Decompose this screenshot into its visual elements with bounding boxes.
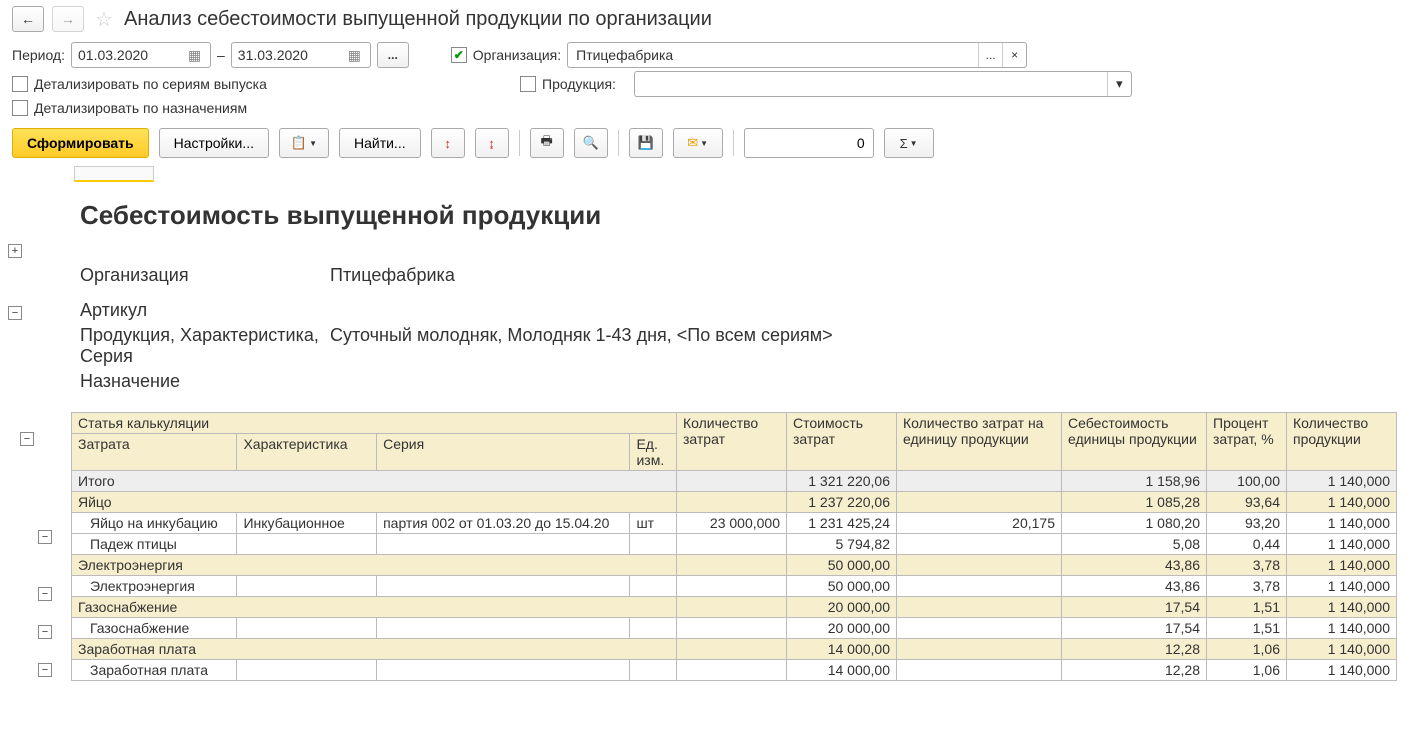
period-label: Период: (12, 47, 65, 63)
product-checkbox[interactable] (520, 76, 536, 92)
organization-input[interactable]: Птицефабрика ... × (567, 42, 1027, 68)
nav-back-button[interactable]: ← (12, 6, 44, 32)
page-title: Анализ себестоимости выпущенной продукци… (124, 8, 712, 31)
product-input[interactable]: ▾ (634, 71, 1132, 97)
report-article-label: Артикул (80, 300, 330, 321)
tree-collapse-button[interactable]: − (8, 306, 22, 320)
col-characteristic: Характеристика (237, 434, 377, 471)
generate-button[interactable]: Сформировать (12, 128, 149, 158)
tree-collapse-button[interactable]: − (38, 587, 52, 601)
table-row[interactable]: Газоснабжение20 000,0017,541,511 140,000 (72, 597, 1397, 618)
calendar-icon[interactable]: ▦ (348, 47, 364, 64)
tree-collapse-button[interactable]: − (38, 530, 52, 544)
table-row[interactable]: Яйцо на инкубациюИнкубационноепартия 002… (72, 513, 1397, 534)
number-input[interactable] (744, 128, 874, 158)
tree-collapse-button[interactable]: − (38, 663, 52, 677)
col-cost-item: Затрата (72, 434, 237, 471)
table-row[interactable]: Итого1 321 220,061 158,96100,001 140,000 (72, 471, 1397, 492)
product-dropdown-button[interactable]: ▾ (1107, 72, 1131, 96)
col-unit-cost: Себестоимость единицы продукции (1062, 413, 1207, 471)
report-table: Статья калькуляции Количество затрат Сто… (71, 412, 1397, 681)
table-row[interactable]: Электроэнергия50 000,0043,863,781 140,00… (72, 576, 1397, 597)
save-button[interactable]: 💾 (629, 128, 663, 158)
date-separator: – (217, 47, 225, 63)
organization-checkbox[interactable] (451, 47, 467, 63)
col-qty-per-unit: Количество затрат на единицу продукции (897, 413, 1062, 471)
calendar-icon[interactable]: ▦ (188, 47, 204, 64)
table-row[interactable]: Заработная плата14 000,0012,281,061 140,… (72, 639, 1397, 660)
expand-all-button[interactable]: ↕ (431, 128, 465, 158)
date-from-input[interactable]: 01.03.2020 ▦ (71, 42, 211, 68)
tree-collapse-button[interactable]: − (20, 432, 34, 446)
period-picker-button[interactable]: ... (377, 42, 409, 68)
report-purpose-label: Назначение (80, 371, 330, 392)
print-button[interactable]: 🖶 (530, 128, 564, 158)
table-row[interactable]: Падеж птицы5 794,825,080,441 140,000 (72, 534, 1397, 555)
date-to-value: 31.03.2020 (238, 47, 308, 63)
report-title: Себестоимость выпущенной продукции (70, 194, 1427, 237)
sigma-dropdown-button[interactable]: Σ▼ (884, 128, 934, 158)
detail-purpose-label: Детализировать по назначениям (34, 100, 247, 116)
email-dropdown-button[interactable]: ✉▼ (673, 128, 723, 158)
detail-series-checkbox[interactable] (12, 76, 28, 92)
col-pct: Процент затрат, % (1207, 413, 1287, 471)
col-unit: Ед. изм. (630, 434, 677, 471)
col-calc-article: Статья калькуляции (72, 413, 677, 434)
report-org-value: Птицефабрика (330, 265, 455, 286)
report-product-label: Продукция, Характеристика, Серия (80, 325, 330, 367)
report-product-value: Суточный молодняк, Молодняк 1-43 дня, <П… (330, 325, 833, 367)
date-from-value: 01.03.2020 (78, 47, 148, 63)
find-button[interactable]: Найти... (339, 128, 421, 158)
col-qty-cost: Количество затрат (677, 413, 787, 471)
collapse-all-button[interactable]: ↨ (475, 128, 509, 158)
paste-dropdown-button[interactable]: 📋▼ (279, 128, 329, 158)
report-org-label: Организация (80, 265, 330, 286)
report-tab[interactable] (74, 166, 154, 182)
preview-button[interactable]: 🔍 (574, 128, 608, 158)
date-to-input[interactable]: 31.03.2020 ▦ (231, 42, 371, 68)
organization-label: Организация: (473, 47, 561, 63)
organization-picker-button[interactable]: ... (978, 43, 1002, 67)
tree-collapse-button[interactable]: − (38, 625, 52, 639)
col-cost-value: Стоимость затрат (787, 413, 897, 471)
detail-purpose-checkbox[interactable] (12, 100, 28, 116)
nav-forward-button[interactable]: → (52, 6, 84, 32)
tree-expand-button[interactable]: + (8, 244, 22, 258)
table-row[interactable]: Газоснабжение20 000,0017,541,511 140,000 (72, 618, 1397, 639)
organization-clear-button[interactable]: × (1002, 43, 1026, 67)
detail-series-label: Детализировать по сериям выпуска (34, 76, 267, 92)
table-row[interactable]: Яйцо1 237 220,061 085,2893,641 140,000 (72, 492, 1397, 513)
organization-value: Птицефабрика (568, 47, 978, 63)
settings-button[interactable]: Настройки... (159, 128, 269, 158)
product-label: Продукция: (542, 76, 616, 92)
favorite-star-icon[interactable]: ☆ (92, 7, 116, 31)
table-row[interactable]: Электроэнергия50 000,0043,863,781 140,00… (72, 555, 1397, 576)
col-prod-qty: Количество продукции (1287, 413, 1397, 471)
col-series: Серия (377, 434, 630, 471)
table-row[interactable]: Заработная плата14 000,0012,281,061 140,… (72, 660, 1397, 681)
